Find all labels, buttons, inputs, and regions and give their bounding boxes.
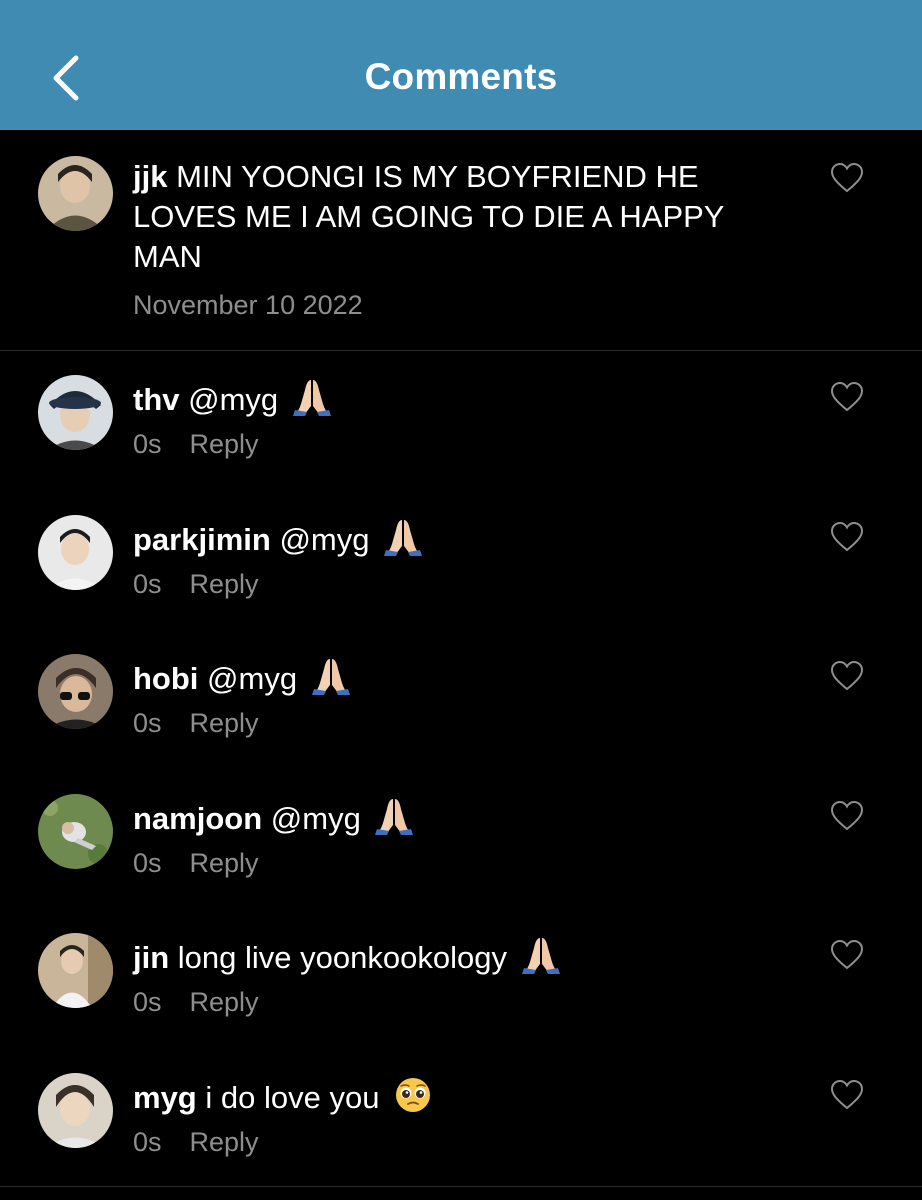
folded-hands-emoji [292,380,331,416]
folded-hands-emoji [375,799,414,835]
reply-button[interactable]: Reply [190,429,259,459]
reply-button[interactable]: Reply [190,848,259,878]
comment-text: namjoon @myg [133,795,793,839]
comment-username[interactable]: myg [133,1080,197,1115]
heart-icon[interactable] [830,381,864,413]
comment-text: jin long live yoonkookology [133,934,793,978]
heart-icon[interactable] [830,939,864,971]
comment-meta: 0s Reply [133,708,259,739]
comment-text: myg i do love you [133,1074,793,1118]
heart-icon[interactable] [830,1079,864,1111]
comment-body: i do love you [205,1080,380,1115]
comment-username[interactable]: hobi [133,661,198,696]
comment-body: @myg [279,522,370,557]
divider [0,1186,922,1187]
comment-text: parkjimin @myg [133,516,793,560]
comment-time: 0s [133,848,162,878]
heart-icon[interactable] [830,800,864,832]
comment-time: 0s [133,1127,162,1157]
reply-button[interactable]: Reply [190,708,259,738]
comment-item: jin long live yoonkookology 0s Reply [0,909,922,1047]
comment-body: long live yoonkookology [177,940,507,975]
comment-time: 0s [133,429,162,459]
avatar[interactable] [38,654,113,729]
caption-text: jjk MIN YOONGI IS MY BOYFRIEND HE LOVES … [133,157,793,277]
comment-time: 0s [133,708,162,738]
folded-hands-emoji [311,659,350,695]
comment-body: @myg [270,801,361,836]
avatar[interactable] [38,156,113,231]
comment-item: namjoon @myg 0s Reply [0,770,922,908]
comment-time: 0s [133,987,162,1017]
comment-meta: 0s Reply [133,987,259,1018]
comment-username[interactable]: namjoon [133,801,262,836]
comment-meta: 0s Reply [133,569,259,600]
reply-button[interactable]: Reply [190,569,259,599]
comment-meta: 0s Reply [133,429,259,460]
folded-hands-emoji [521,938,560,974]
comment-item: myg i do love you 0s Reply [0,1049,922,1187]
heart-icon[interactable] [830,162,864,194]
caption-body: MIN YOONGI IS MY BOYFRIEND HE LOVES ME I… [133,159,724,274]
post-caption: jjk MIN YOONGI IS MY BOYFRIEND HE LOVES … [0,130,922,351]
comment-username[interactable]: parkjimin [133,522,271,557]
reply-button[interactable]: Reply [190,987,259,1017]
comment-meta: 0s Reply [133,848,259,879]
comment-username[interactable]: thv [133,382,180,417]
avatar[interactable] [38,933,113,1008]
comment-text: hobi @myg [133,655,793,699]
heart-icon[interactable] [830,660,864,692]
avatar[interactable] [38,515,113,590]
header-bar: Comments [0,0,922,130]
comment-item: thv @myg 0s Reply [0,351,922,489]
comment-text: thv @myg [133,376,793,420]
reply-button[interactable]: Reply [190,1127,259,1157]
comment-item: hobi @myg 0s Reply [0,630,922,768]
folded-hands-emoji [384,520,423,556]
pleading-face-emoji [396,1078,431,1112]
caption-date: November 10 2022 [133,290,363,320]
caption-username[interactable]: jjk [133,159,167,194]
avatar[interactable] [38,375,113,450]
avatar[interactable] [38,794,113,869]
comment-item: parkjimin @myg 0s Reply [0,491,922,629]
comment-time: 0s [133,569,162,599]
comment-meta: 0s Reply [133,1127,259,1158]
avatar[interactable] [38,1073,113,1148]
heart-icon[interactable] [830,521,864,553]
comment-body: @myg [188,382,279,417]
page-title: Comments [364,56,558,97]
comment-body: @myg [207,661,298,696]
comment-username[interactable]: jin [133,940,169,975]
